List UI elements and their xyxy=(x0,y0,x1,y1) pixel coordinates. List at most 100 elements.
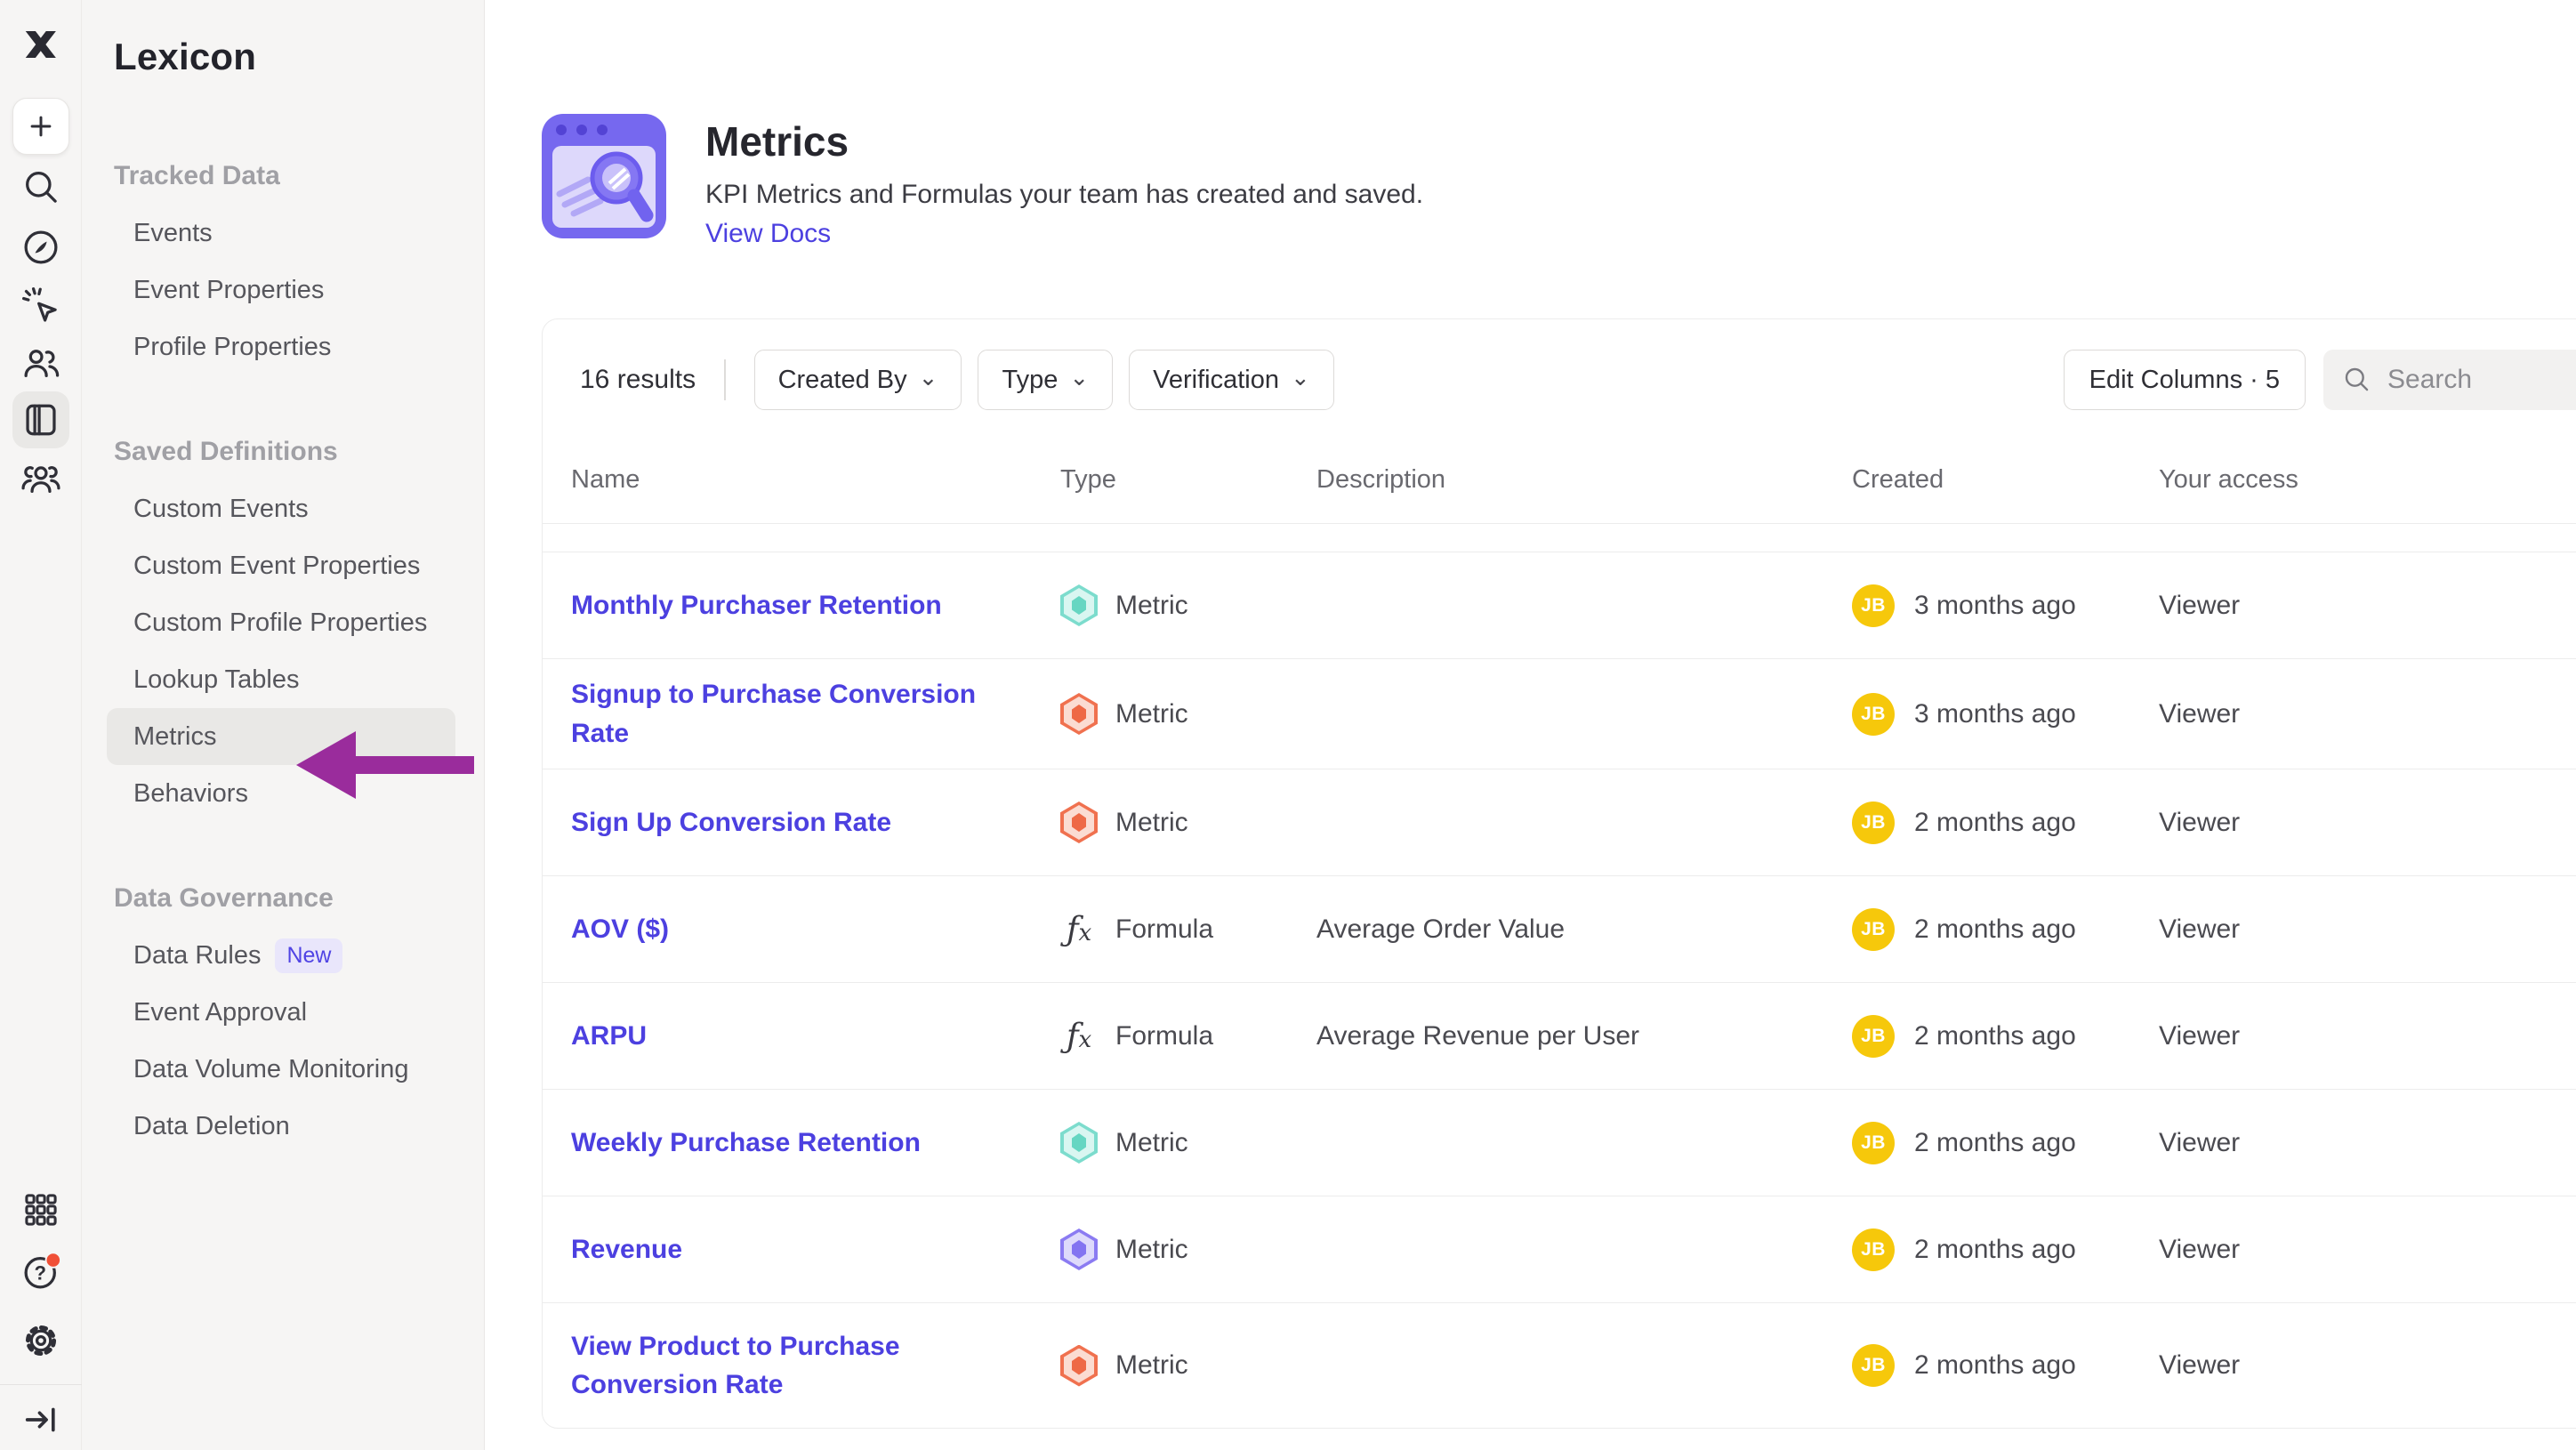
users-icon[interactable] xyxy=(20,342,62,384)
metric-name-link[interactable]: Weekly Purchase Retention xyxy=(571,1108,1060,1179)
question-mark-glyph: ? xyxy=(34,1261,45,1284)
table-header-row: Name Type Description Created Your acces… xyxy=(543,437,2576,524)
sidebar-item-behaviors[interactable]: Behaviors xyxy=(82,765,484,822)
filter-created-by[interactable]: Created By ⌄ xyxy=(754,350,962,410)
created-time: 2 months ago xyxy=(1914,1350,2076,1381)
sidebar-item-event-properties[interactable]: Event Properties xyxy=(82,262,484,318)
help-icon[interactable]: ? xyxy=(20,1251,62,1293)
notification-dot xyxy=(45,1253,60,1267)
table-row: ARPU ƒx Formula Average Revenue per User… xyxy=(543,983,2576,1090)
table-row: View Product to Purchase Conversion Rate… xyxy=(543,1303,2576,1428)
avatar: JB xyxy=(1852,584,1895,627)
page-title: Metrics xyxy=(705,117,1423,165)
sidebar-item-data-deletion[interactable]: Data Deletion xyxy=(82,1098,484,1155)
metric-hexagon-icon xyxy=(1060,1345,1098,1387)
access-cell: Viewer xyxy=(2137,808,2576,838)
lexicon-page: ? Lexicon Tracked Data Events Event Prop… xyxy=(0,0,2576,1450)
access-cell: Viewer xyxy=(2137,1021,2576,1051)
table-row: Signup to Purchase Conversion Rate ƒx Me… xyxy=(543,659,2576,769)
metric-hexagon-icon xyxy=(1060,584,1098,626)
table-row: Weekly Purchase Retention ƒx Metric JB 2… xyxy=(543,1090,2576,1196)
search-box[interactable] xyxy=(2323,350,2576,410)
type-label: Metric xyxy=(1115,1128,1188,1158)
type-label: Formula xyxy=(1115,1021,1213,1051)
app-rail: ? xyxy=(0,0,82,1450)
settings-gear-icon[interactable] xyxy=(20,1319,62,1362)
access-cell: Viewer xyxy=(2137,1350,2576,1381)
metrics-table-card: 16 results Created By ⌄ Type ⌄ Verificat… xyxy=(542,318,2576,1429)
sidebar-item-events[interactable]: Events xyxy=(82,205,484,262)
col-header-created: Created xyxy=(1830,465,2137,495)
metric-name-link[interactable]: Revenue xyxy=(571,1214,1060,1285)
type-label: Metric xyxy=(1115,1350,1188,1381)
created-time: 3 months ago xyxy=(1914,591,2076,621)
avatar: JB xyxy=(1852,693,1895,736)
search-icon xyxy=(2343,366,2371,394)
created-time: 2 months ago xyxy=(1914,1021,2076,1051)
col-header-name: Name xyxy=(571,465,1060,495)
events-cursor-icon[interactable] xyxy=(20,285,62,327)
create-button[interactable] xyxy=(12,98,69,155)
view-docs-link[interactable]: View Docs xyxy=(705,219,831,249)
sidebar-title: Lexicon xyxy=(82,0,484,78)
metric-hexagon-icon xyxy=(1060,693,1098,735)
sidebar-item-metrics[interactable]: Metrics xyxy=(107,708,455,765)
filter-verification[interactable]: Verification ⌄ xyxy=(1129,350,1334,410)
edit-columns-button[interactable]: Edit Columns · 5 xyxy=(2064,350,2306,410)
mixpanel-logo-icon[interactable] xyxy=(20,23,62,66)
sidebar-item-custom-events[interactable]: Custom Events xyxy=(82,480,484,537)
main-content: Metrics KPI Metrics and Formulas your te… xyxy=(486,0,2576,1450)
section-tracked-data: Tracked Data Events Event Properties Pro… xyxy=(82,157,484,375)
metric-name-link[interactable]: Signup to Purchase Conversion Rate xyxy=(571,659,1060,769)
sidebar-item-custom-event-properties[interactable]: Custom Event Properties xyxy=(82,537,484,594)
metric-name-link[interactable]: Sign Up Conversion Rate xyxy=(571,787,1060,858)
avatar: JB xyxy=(1852,1228,1895,1271)
metric-name-link[interactable]: AOV ($) xyxy=(571,894,1060,965)
created-time: 2 months ago xyxy=(1914,1235,2076,1265)
col-header-type: Type xyxy=(1060,465,1300,495)
description-cell: Average Order Value xyxy=(1300,914,1830,945)
section-label: Tracked Data xyxy=(82,157,484,196)
chevron-down-icon: ⌄ xyxy=(919,366,938,389)
chevron-down-icon: ⌄ xyxy=(1069,366,1089,389)
page-description: KPI Metrics and Formulas your team has c… xyxy=(705,180,1423,210)
page-header: Metrics KPI Metrics and Formulas your te… xyxy=(486,0,2576,249)
col-header-your-access: Your access xyxy=(2137,465,2576,495)
discover-compass-icon[interactable] xyxy=(20,226,62,269)
section-label: Data Governance xyxy=(82,879,484,918)
table-row: Monthly Purchaser Retention ƒx Metric JB… xyxy=(543,552,2576,659)
metric-hexagon-icon xyxy=(1060,802,1098,843)
avatar: JB xyxy=(1852,1015,1895,1058)
sidebar-item-event-approval[interactable]: Event Approval xyxy=(82,984,484,1041)
metric-name-link[interactable]: Monthly Purchaser Retention xyxy=(571,570,1060,641)
metric-name-link[interactable]: ARPU xyxy=(571,1001,1060,1072)
avatar: JB xyxy=(1852,1122,1895,1164)
sidebar-item-profile-properties[interactable]: Profile Properties xyxy=(82,318,484,375)
type-label: Formula xyxy=(1115,914,1213,945)
apps-grid-icon[interactable] xyxy=(20,1188,62,1231)
sidebar-item-lookup-tables[interactable]: Lookup Tables xyxy=(82,651,484,708)
organization-group-icon[interactable] xyxy=(20,457,62,500)
access-cell: Viewer xyxy=(2137,591,2576,621)
rail-divider xyxy=(0,1384,82,1385)
lexicon-notebook-icon[interactable] xyxy=(12,391,69,448)
sidebar-item-custom-profile-properties[interactable]: Custom Profile Properties xyxy=(82,594,484,651)
avatar: JB xyxy=(1852,908,1895,951)
sidebar-item-data-rules[interactable]: Data Rules New xyxy=(82,927,484,984)
access-cell: Viewer xyxy=(2137,699,2576,729)
access-cell: Viewer xyxy=(2137,1235,2576,1265)
collapse-rail-icon[interactable] xyxy=(20,1398,62,1441)
sidebar-item-data-volume-monitoring[interactable]: Data Volume Monitoring xyxy=(82,1041,484,1098)
filter-type[interactable]: Type ⌄ xyxy=(978,350,1113,410)
search-input[interactable] xyxy=(2387,365,2576,395)
col-header-description: Description xyxy=(1300,465,1830,495)
type-label: Metric xyxy=(1115,699,1188,729)
avatar: JB xyxy=(1852,802,1895,844)
search-icon[interactable] xyxy=(20,165,62,208)
created-time: 3 months ago xyxy=(1914,699,2076,729)
metric-name-link[interactable]: View Product to Purchase Conversion Rate xyxy=(571,1311,1060,1421)
table-row: Revenue ƒx Metric JB 2 months ago Viewer xyxy=(543,1196,2576,1303)
type-label: Metric xyxy=(1115,808,1188,838)
metric-hexagon-icon xyxy=(1060,1122,1098,1164)
metrics-app-icon xyxy=(542,114,666,238)
